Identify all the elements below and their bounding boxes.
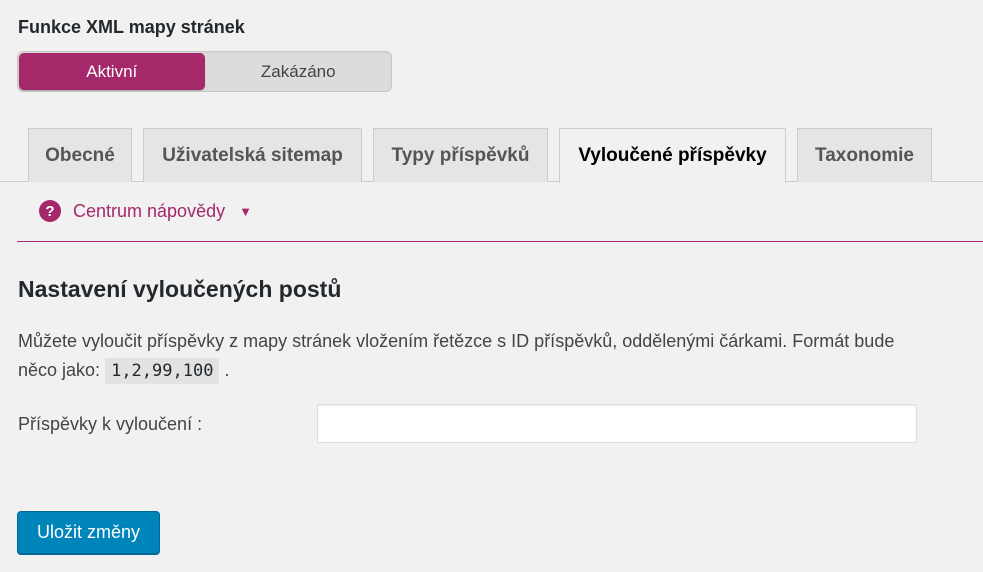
tab-post-types[interactable]: Typy příspěvků <box>373 128 548 182</box>
switch-active-option[interactable]: Aktivní <box>19 53 205 90</box>
tab-user-sitemap[interactable]: Uživatelská sitemap <box>143 128 362 182</box>
caret-down-icon: ▼ <box>239 203 252 219</box>
tab-taxonomies[interactable]: Taxonomie <box>797 128 932 182</box>
help-divider <box>17 241 983 242</box>
tab-bar: Obecné Uživatelská sitemap Typy příspěvk… <box>0 128 983 183</box>
question-circle-icon: ? <box>39 200 61 222</box>
code-example: 1,2,99,100 <box>105 358 220 384</box>
tab-general[interactable]: Obecné <box>28 128 132 182</box>
tab-excluded-posts[interactable]: Vyloučené příspěvky <box>559 128 786 183</box>
excluded-posts-input[interactable] <box>317 404 917 443</box>
feature-title: Funkce XML mapy stránek <box>18 17 245 37</box>
section-title: Nastavení vyloučených postů <box>18 276 342 302</box>
help-center-toggle[interactable]: ? Centrum nápovědy ▼ <box>39 200 252 222</box>
save-changes-button[interactable]: Uložit změny <box>17 511 160 554</box>
description-end: . <box>224 360 230 380</box>
xml-sitemap-toggle[interactable]: Aktivní Zakázáno <box>17 51 392 92</box>
section-description: Můžete vyloučit příspěvky z mapy stránek… <box>18 327 938 386</box>
help-center-label: Centrum nápovědy <box>73 200 226 221</box>
switch-disabled-option[interactable]: Zakázáno <box>206 52 392 91</box>
excluded-posts-label: Příspěvky k vyloučení : <box>18 414 203 434</box>
